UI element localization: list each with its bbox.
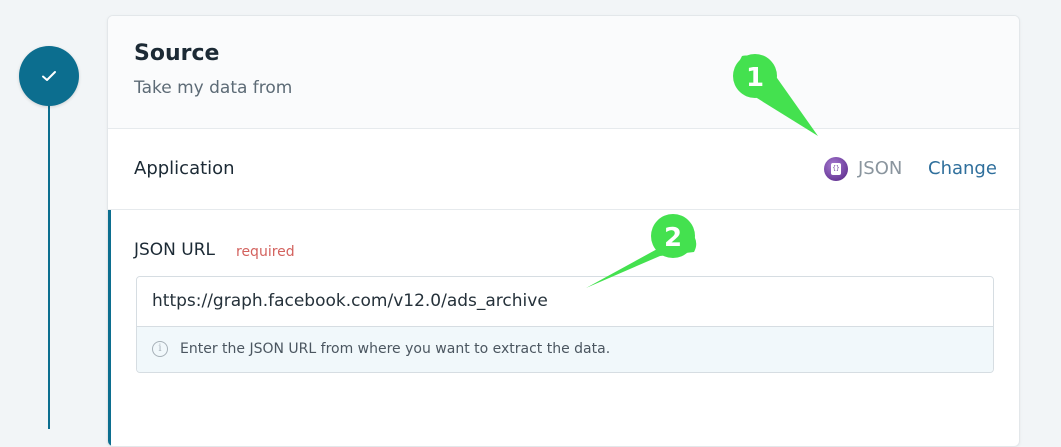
step-timeline-line <box>48 104 50 429</box>
source-subtitle: Take my data from <box>134 78 293 98</box>
application-row: Application {} JSON Change <box>108 129 1019 210</box>
source-title: Source <box>134 41 220 66</box>
json-app-icon: {} <box>824 157 848 181</box>
json-url-section: JSON URL required https://graph.facebook… <box>108 210 1019 446</box>
json-url-field-box: https://graph.facebook.com/v12.0/ads_arc… <box>136 276 994 373</box>
json-url-help-text: Enter the JSON URL from where you want t… <box>180 341 611 357</box>
change-application-link[interactable]: Change <box>928 158 997 179</box>
json-url-label: JSON URL <box>134 240 216 260</box>
step-status-circle <box>19 46 79 106</box>
required-indicator: required <box>236 244 295 260</box>
source-card-header: Source Take my data from <box>108 16 1019 129</box>
json-url-input[interactable]: https://graph.facebook.com/v12.0/ads_arc… <box>137 277 993 327</box>
application-label: Application <box>134 158 235 179</box>
json-url-help: i Enter the JSON URL from where you want… <box>137 327 993 372</box>
application-name: JSON <box>858 158 903 179</box>
source-card: Source Take my data from Application {} … <box>107 15 1020 447</box>
info-icon: i <box>152 341 168 357</box>
check-icon <box>42 71 56 81</box>
